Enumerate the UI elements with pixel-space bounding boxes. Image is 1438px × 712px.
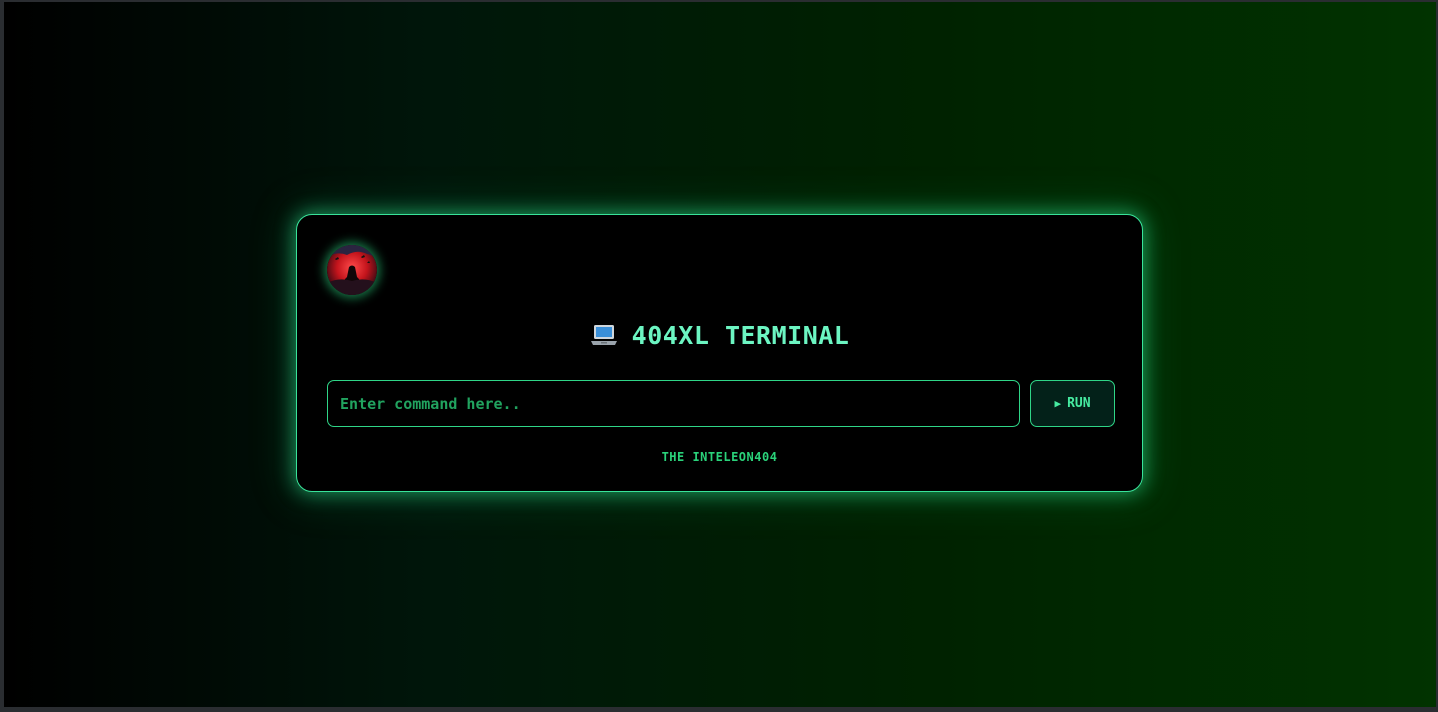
command-input[interactable]: [327, 380, 1020, 427]
run-button-label: RUN: [1067, 396, 1091, 411]
laptop-icon: [590, 323, 618, 353]
terminal-card: 404XL TERMINAL ▶ RUN THE INTELEON404: [296, 214, 1143, 492]
terminal-title: 404XL TERMINAL: [297, 321, 1142, 353]
play-icon: ▶: [1054, 397, 1062, 410]
page-background: 404XL TERMINAL ▶ RUN THE INTELEON404: [4, 2, 1436, 707]
avatar-image-icon: [327, 245, 377, 295]
avatar: [327, 245, 377, 295]
terminal-title-text: 404XL TERMINAL: [631, 321, 850, 350]
run-button[interactable]: ▶ RUN: [1030, 380, 1115, 427]
footer-credit: THE INTELEON404: [661, 450, 778, 464]
